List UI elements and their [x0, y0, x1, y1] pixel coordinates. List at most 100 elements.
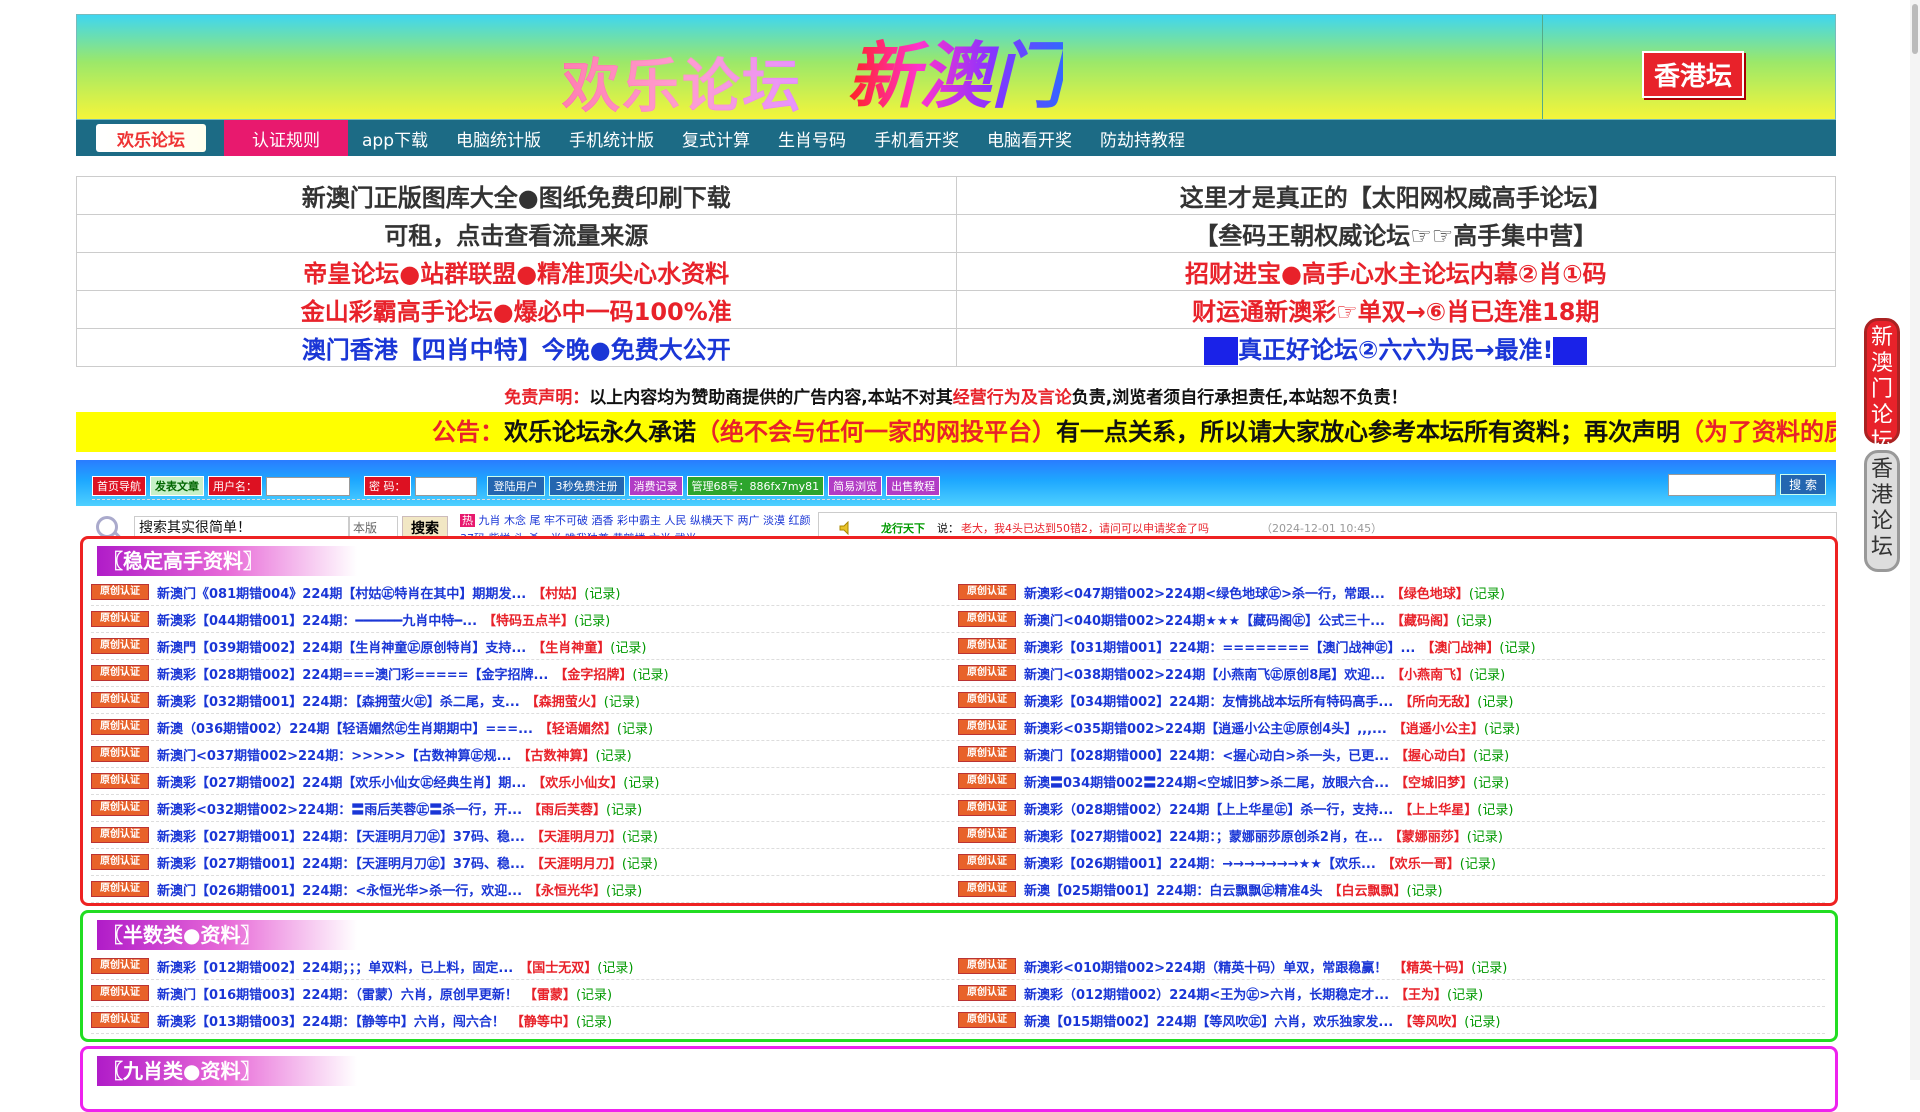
float-hk-forum-button[interactable]: 香港论坛	[1864, 450, 1900, 572]
ad-link[interactable]: 财运通新澳彩☞单双→⑥肖已连准18期	[955, 290, 1836, 329]
nav-item-antihijack[interactable]: 防劫持教程	[1086, 120, 1199, 156]
nav-item-app[interactable]: app下载	[348, 120, 442, 156]
post-author-link[interactable]: 【欢乐一哥】	[1382, 853, 1460, 872]
record-link[interactable]: (记录)	[576, 984, 612, 1003]
post-author-link[interactable]: 【国士无双】	[519, 957, 597, 976]
scrollbar[interactable]	[1910, 0, 1920, 1080]
record-link[interactable]: (记录)	[1464, 1011, 1500, 1030]
post-title-link[interactable]: 新澳门【026期错001】224期：<永恒光华>杀一行，欢迎...	[157, 880, 522, 899]
ad-link[interactable]: 可租，点击查看流量来源	[76, 214, 957, 253]
record-link[interactable]: (记录)	[604, 691, 640, 710]
post-author-link[interactable]: 【小燕南飞】	[1391, 664, 1469, 683]
nav-logo[interactable]: 欢乐论坛	[96, 124, 206, 152]
record-link[interactable]: (记录)	[623, 772, 659, 791]
post-title-link[interactable]: 新澳【015期错002】224期【等风吹㊣】六肖，欢乐独家发...	[1024, 1011, 1393, 1030]
post-author-link[interactable]: 【精英十码】	[1393, 957, 1471, 976]
post-title-link[interactable]: 新澳门<038期错002>224期【小燕南飞㊣原创8尾】欢迎...	[1024, 664, 1385, 683]
post-author-link[interactable]: 【所向无敌】	[1399, 691, 1477, 710]
post-title-link[interactable]: 新澳（036期错002）224期【轻语媚然㊣生肖期期中】===...	[157, 718, 533, 737]
record-link[interactable]: (记录)	[1469, 583, 1505, 602]
post-title-link[interactable]: 新澳门<037期错002>224期：>>>>>【古数神算㊣规...	[157, 745, 511, 764]
post-author-link[interactable]: 【蒙娜丽莎】	[1389, 826, 1467, 845]
post-author-link[interactable]: 【上上华星】	[1399, 799, 1477, 818]
post-author-link[interactable]: 【特码五点半】	[483, 610, 574, 629]
post-title-link[interactable]: 新澳彩<010期错002>224期（精英十码）单双，常跟稳赢！	[1024, 957, 1387, 976]
post-author-link[interactable]: 【逍遥小公主】	[1393, 718, 1484, 737]
site-logo[interactable]: 欢乐论坛	[562, 39, 802, 123]
float-macau-forum-button[interactable]: 新澳门论坛	[1864, 318, 1900, 454]
post-author-link[interactable]: 【村姑】	[532, 583, 584, 602]
simple-view-button[interactable]: 简易浏览	[828, 476, 883, 496]
post-author-link[interactable]: 【王为】	[1395, 984, 1447, 1003]
post-author-link[interactable]: 【等风吹】	[1399, 1011, 1464, 1030]
post-title-link[interactable]: 新澳彩【027期错001】224期：【天涯明月刀㊣】37码、稳...	[157, 826, 525, 845]
ad-link[interactable]: 【叁码王朝权威论坛☞☞高手集中营】	[955, 214, 1836, 253]
ad-link[interactable]: 新澳门正版图库大全●图纸免费印刷下载	[76, 176, 957, 215]
record-link[interactable]: (记录)	[1473, 772, 1509, 791]
nav-item-zodiac[interactable]: 生肖号码	[764, 120, 860, 156]
post-article-button[interactable]: 发表文章	[150, 476, 204, 496]
post-title-link[interactable]: 新澳彩【027期错002】224期：；蒙娜丽莎原创杀2肖，在...	[1024, 826, 1383, 845]
post-author-link[interactable]: 【雨后芙蓉】	[528, 799, 606, 818]
ad-link[interactable]: 这里才是真正的【太阳网权威高手论坛】	[955, 176, 1836, 215]
post-title-link[interactable]: 新澳彩【026期错001】224期：→→→→→→→★★【欢乐...	[1024, 853, 1376, 872]
post-author-link[interactable]: 【藏码阁】	[1391, 610, 1456, 629]
post-title-link[interactable]: 新澳彩<047期错002>224期<绿色地球㊣>杀一行，常跟...	[1024, 583, 1385, 602]
scrollbar-thumb[interactable]	[1912, 4, 1918, 54]
nav-item-pc-draw[interactable]: 电脑看开奖	[973, 120, 1086, 156]
ad-link[interactable]: 澳门香港【四肖中特】今晚●免费大公开	[76, 328, 957, 367]
post-title-link[interactable]: 新澳彩【013期错003】224期：【静等中】六肖，闯六合！	[157, 1011, 505, 1030]
post-author-link[interactable]: 【天涯明月刀】	[531, 853, 622, 872]
record-link[interactable]: (记录)	[1467, 826, 1503, 845]
record-link[interactable]: (记录)	[1406, 880, 1442, 899]
record-link[interactable]: (记录)	[1447, 984, 1483, 1003]
record-link[interactable]: (记录)	[574, 610, 610, 629]
post-title-link[interactable]: 新澳彩【027期错001】224期：【天涯明月刀㊣】37码、稳...	[157, 853, 525, 872]
sell-tutorial-button[interactable]: 出售教程	[886, 476, 941, 496]
post-title-link[interactable]: 新澳〓034期错002〓224期<空城旧梦>杀二尾，放眼六合...	[1024, 772, 1389, 791]
ad-link[interactable]: 真正好论坛②六六为民→最准!	[955, 328, 1836, 367]
post-author-link[interactable]: 【澳门战神】	[1421, 637, 1499, 656]
post-title-link[interactable]: 新澳彩【027期错002】224期【欢乐小仙女㊣经典生肖】期...	[157, 772, 526, 791]
post-title-link[interactable]: 新澳彩（028期错002）224期【上上华星㊣】杀一行，支持...	[1024, 799, 1393, 818]
post-title-link[interactable]: 新澳门【028期错000】224期：<握心动白>杀一头，已更...	[1024, 745, 1389, 764]
register-button[interactable]: 3秒免费注册	[548, 476, 625, 496]
post-author-link[interactable]: 【古数神算】	[517, 745, 595, 764]
record-link[interactable]: (记录)	[1499, 637, 1535, 656]
post-author-link[interactable]: 【永恒光华】	[528, 880, 606, 899]
nav-item-rules[interactable]: 认证规则	[224, 120, 348, 156]
hk-forum-button[interactable]: 香港坛	[1642, 51, 1745, 98]
post-title-link[interactable]: 新澳彩（012期错002）224期<王为㊣>六肖，长期稳定才...	[1024, 984, 1389, 1003]
record-link[interactable]: (记录)	[606, 880, 642, 899]
record-link[interactable]: (记录)	[1477, 691, 1513, 710]
top-search-input[interactable]	[1668, 474, 1776, 496]
post-title-link[interactable]: 新澳彩【044期错001】224期：━━━━━━九肖中特━...	[157, 610, 477, 629]
record-link[interactable]: (记录)	[617, 718, 653, 737]
record-link[interactable]: (记录)	[1477, 799, 1513, 818]
record-link[interactable]: (记录)	[1469, 664, 1505, 683]
nav-item-calc[interactable]: 复式计算	[668, 120, 764, 156]
nav-item-mobile-stats[interactable]: 手机统计版	[555, 120, 668, 156]
post-author-link[interactable]: 【金字招牌】	[554, 664, 632, 683]
nav-item-mobile-draw[interactable]: 手机看开奖	[860, 120, 973, 156]
record-link[interactable]: (记录)	[596, 745, 632, 764]
post-author-link[interactable]: 【静等中】	[511, 1011, 576, 1030]
ad-link[interactable]: 招财进宝●高手心水主论坛内幕②肖①码	[955, 252, 1836, 291]
post-title-link[interactable]: 新澳门【016期错003】224期：（雷蒙）六肖，原创早更新！	[157, 984, 518, 1003]
post-title-link[interactable]: 新澳门<040期错002>224期★★★【藏码阁㊣】公式三十...	[1024, 610, 1385, 629]
password-input[interactable]	[414, 476, 477, 496]
post-title-link[interactable]: 新澳门《081期错004》224期【村姑㊣特肖在其中】期期发...	[157, 583, 526, 602]
username-input[interactable]	[266, 476, 350, 496]
post-title-link[interactable]: 新澳彩【031期错001】224期：========【澳门战神㊣】...	[1024, 637, 1415, 656]
ad-link[interactable]: 帝皇论坛●站群联盟●精准顶尖心水资料	[76, 252, 957, 291]
record-link[interactable]: (记录)	[584, 583, 620, 602]
record-link[interactable]: (记录)	[1456, 610, 1492, 629]
record-link[interactable]: (记录)	[1473, 745, 1509, 764]
record-link[interactable]: (记录)	[632, 664, 668, 683]
post-title-link[interactable]: 新澳彩【032期错001】224期：【森拥萤火㊣】杀二尾，支...	[157, 691, 520, 710]
record-link[interactable]: (记录)	[1471, 957, 1507, 976]
site-logo-sub[interactable]: 新澳门	[847, 17, 1063, 122]
post-author-link[interactable]: 【天涯明月刀】	[531, 826, 622, 845]
post-title-link[interactable]: 新澳門【039期错002】224期【生肖神童㊣原创特肖】支持...	[157, 637, 526, 656]
post-author-link[interactable]: 【白云飘飘】	[1328, 880, 1406, 899]
